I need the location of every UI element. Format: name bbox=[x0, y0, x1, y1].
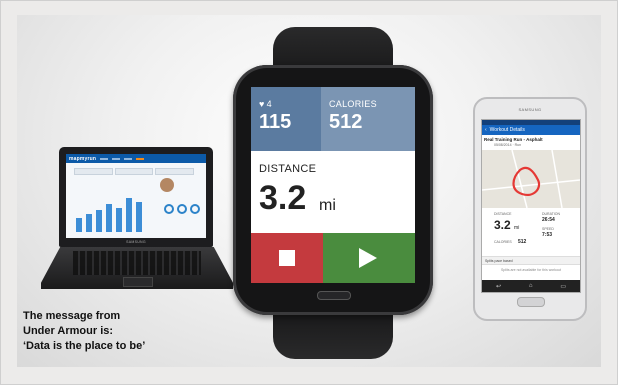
map-road bbox=[482, 179, 580, 191]
phone-app-header: ‹ Workout Details bbox=[482, 125, 580, 135]
smartwatch: ♥ 4 115 CALORIES 512 DISTANCE 3.2 mi bbox=[233, 27, 433, 359]
laptop-trackpad bbox=[123, 277, 153, 287]
laptop-brand: SAMSUNG bbox=[126, 240, 146, 244]
phone-duration-label: DURATION bbox=[542, 212, 561, 216]
map-roads bbox=[482, 150, 580, 208]
laptop-app-header: mapmyrun bbox=[66, 154, 206, 163]
play-icon bbox=[359, 248, 377, 268]
phone-speed-value: 7:53 bbox=[542, 232, 553, 238]
distance-unit: mi bbox=[319, 197, 336, 214]
heart-icon: ♥ bbox=[259, 99, 265, 109]
home-icon[interactable]: ⌂ bbox=[529, 283, 533, 289]
splits-empty-message: Splits are not available for this workou… bbox=[501, 268, 561, 272]
smartphone: SAMSUNG ‹ Workout Details Real Training … bbox=[473, 97, 587, 321]
back-arrow-icon[interactable]: ‹ bbox=[485, 127, 487, 133]
laptop-chart-bar bbox=[116, 208, 122, 232]
goal-ring bbox=[177, 204, 187, 214]
caption-line: Under Armour is: bbox=[23, 325, 114, 337]
calories-tile[interactable]: CALORIES 512 bbox=[321, 87, 415, 151]
workout-date: 05/08/2014 · Run bbox=[494, 143, 522, 147]
laptop-app-logo: mapmyrun bbox=[69, 155, 97, 162]
recents-icon[interactable]: ▭ bbox=[560, 283, 566, 290]
laptop-chart-bar bbox=[76, 218, 82, 232]
map-road bbox=[551, 150, 563, 208]
phone-distance-value: 3.2 mi bbox=[494, 218, 519, 232]
laptop-tabs bbox=[74, 168, 195, 175]
laptop-nav-item-highlight[interactable] bbox=[136, 157, 145, 160]
laptop-chart-bar bbox=[126, 198, 132, 232]
phone-distance-number: 3.2 bbox=[494, 218, 511, 232]
laptop-chart-bar bbox=[136, 202, 142, 232]
distance-value: 3.2 bbox=[259, 179, 307, 217]
phone-distance-unit: mi bbox=[514, 225, 520, 231]
route-map[interactable] bbox=[482, 150, 580, 208]
laptop-keyboard bbox=[73, 251, 201, 275]
laptop-bar-chart bbox=[76, 192, 146, 232]
workout-title: Real Training Run - Asphalt bbox=[484, 137, 543, 142]
phone-header-title: Workout Details bbox=[489, 127, 525, 133]
watch-home-button[interactable] bbox=[317, 291, 351, 300]
heart-rate-label: ♥ 4 bbox=[259, 99, 272, 109]
heart-rate-zone: 4 bbox=[266, 99, 272, 109]
laptop-tab[interactable] bbox=[114, 168, 154, 175]
calories-label: CALORIES bbox=[329, 99, 377, 109]
calories-value: 512 bbox=[329, 111, 363, 133]
phone-home-button[interactable] bbox=[517, 297, 545, 307]
watch-screen: ♥ 4 115 CALORIES 512 DISTANCE 3.2 mi bbox=[251, 87, 415, 283]
goal-ring bbox=[164, 204, 174, 214]
heart-rate-value: 115 bbox=[259, 111, 292, 133]
route-path bbox=[512, 166, 541, 196]
route-map-svg bbox=[482, 150, 580, 208]
phone-screen: ‹ Workout Details Real Training Run - As… bbox=[481, 119, 581, 293]
heart-rate-tile[interactable]: ♥ 4 115 bbox=[251, 87, 321, 151]
phone-speed-label: SPEED bbox=[542, 227, 554, 231]
figure-frame: mapmyrun SAMSUNG ♥ 4 115 CALORIES 512 DI… bbox=[0, 0, 618, 385]
splits-dropdown[interactable]: Splits pace based bbox=[482, 256, 580, 265]
laptop-chart-bar bbox=[86, 214, 92, 232]
caption-line: The message from bbox=[23, 310, 121, 322]
workout-stats: DISTANCE DURATION 26:54 SPEED 7:53 CALOR… bbox=[482, 210, 580, 254]
laptop-nav-item[interactable] bbox=[100, 157, 109, 160]
product-photo: mapmyrun SAMSUNG ♥ 4 115 CALORIES 512 DI… bbox=[17, 15, 601, 367]
back-icon[interactable]: ↩ bbox=[496, 283, 501, 290]
distance-label: DISTANCE bbox=[259, 163, 317, 175]
laptop-nav-item[interactable] bbox=[112, 157, 121, 160]
laptop-tab[interactable] bbox=[155, 168, 195, 175]
phone-distance-label: DISTANCE bbox=[494, 212, 512, 216]
phone-duration-value: 26:54 bbox=[542, 217, 555, 223]
laptop-chart-bar bbox=[96, 210, 102, 232]
laptop-screen: mapmyrun bbox=[66, 154, 206, 238]
caption-line: ‘Data is the place to be’ bbox=[23, 340, 146, 352]
play-button[interactable] bbox=[323, 233, 415, 283]
caption: The message from Under Armour is: ‘Data … bbox=[23, 309, 223, 354]
stop-button[interactable] bbox=[251, 233, 323, 283]
laptop-goal-circles bbox=[164, 204, 200, 214]
laptop-chart-bar bbox=[106, 204, 112, 232]
phone-calories-value: 512 bbox=[518, 239, 527, 245]
phone-calories-label: CALORIES bbox=[494, 240, 512, 244]
laptop-avatar bbox=[160, 178, 174, 192]
laptop-nav-item[interactable] bbox=[124, 157, 133, 160]
laptop: mapmyrun SAMSUNG bbox=[41, 147, 233, 299]
laptop-tab[interactable] bbox=[74, 168, 113, 175]
stop-icon bbox=[279, 250, 295, 266]
laptop-lid: mapmyrun SAMSUNG bbox=[59, 147, 213, 247]
phone-brand: SAMSUNG bbox=[518, 107, 542, 112]
phone-nav-bar: ↩ ⌂ ▭ bbox=[482, 280, 580, 292]
goal-ring bbox=[190, 204, 200, 214]
distance-tile[interactable]: DISTANCE 3.2 mi bbox=[251, 151, 415, 233]
